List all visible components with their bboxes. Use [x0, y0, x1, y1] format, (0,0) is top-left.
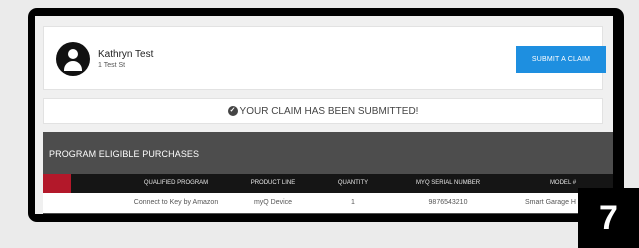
user-name: Kathryn Test: [98, 49, 154, 60]
purchases-table-header: QUALIFIED PROGRAM PRODUCT LINE QUANTITY …: [43, 174, 613, 193]
product-line-cell: myQ Device: [253, 199, 293, 206]
claim-submitted-notice: ✓ YOUR CLAIM HAS BEEN SUBMITTED!: [43, 98, 603, 124]
notice-text: YOUR CLAIM HAS BEEN SUBMITTED!: [239, 105, 419, 117]
column-header-product-line: PRODUCT LINE: [250, 180, 296, 186]
panel-title: PROGRAM ELIGIBLE PURCHASES: [49, 149, 200, 159]
qualified-program-cell: Connect to Key by Amazon: [133, 199, 219, 206]
submit-claim-button[interactable]: SUBMIT A CLAIM: [516, 46, 606, 73]
table-marker: [43, 174, 71, 193]
user-card: Kathryn Test 1 Test St SUBMIT A CLAIM: [43, 26, 606, 90]
user-address: 1 Test St: [98, 62, 126, 69]
column-header-model: MODEL #: [549, 180, 577, 186]
table-row: Connect to Key by Amazon myQ Device 1 98…: [43, 193, 613, 213]
eligible-purchases-panel: PROGRAM ELIGIBLE PURCHASES QUALIFIED PRO…: [43, 132, 613, 214]
column-header-qualified-program: QUALIFIED PROGRAM: [143, 180, 209, 186]
avatar-head-shape: [68, 49, 78, 59]
user-avatar-icon: [56, 42, 90, 76]
column-header-serial-number: MYQ SERIAL NUMBER: [415, 180, 481, 186]
column-header-quantity: QUANTITY: [337, 180, 369, 186]
step-badge: 7: [578, 188, 639, 248]
claim-page: Kathryn Test 1 Test St SUBMIT A CLAIM ✓ …: [35, 16, 613, 214]
check-circle-icon: ✓: [227, 106, 238, 116]
quantity-cell: 1: [351, 199, 355, 206]
avatar-body-shape: [64, 61, 82, 71]
serial-number-cell: 9876543210: [428, 199, 468, 206]
